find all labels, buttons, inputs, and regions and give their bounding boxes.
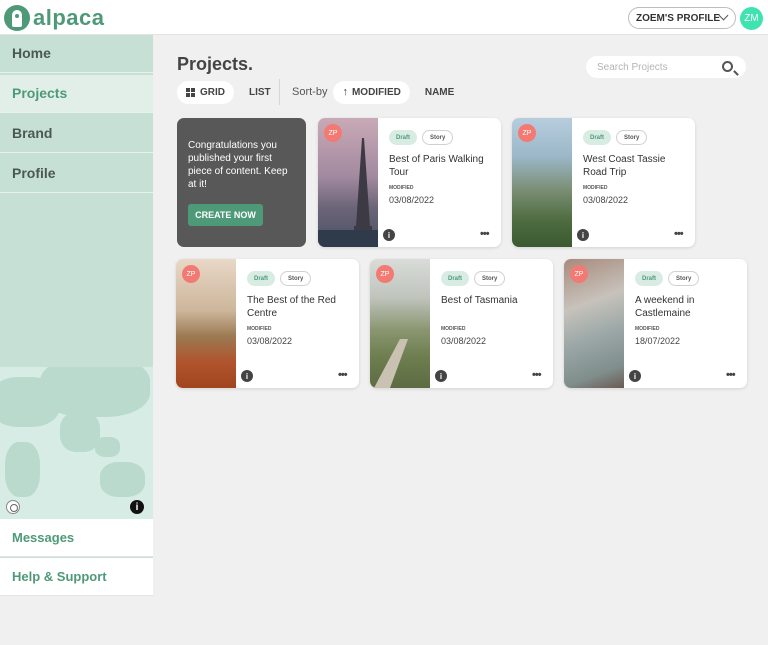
search-input[interactable]: [597, 60, 717, 74]
project-card[interactable]: ZP Draft Story West Coast Tassie Road Tr…: [512, 118, 695, 247]
map-locate-icon[interactable]: [6, 500, 20, 514]
avatar[interactable]: ZM: [740, 7, 763, 30]
status-badge: Draft: [441, 271, 470, 286]
card-thumbnail: ZP: [176, 259, 236, 388]
grid-icon: [186, 87, 195, 97]
owner-avatar: ZP: [518, 124, 536, 142]
modified-label: MODIFIED: [635, 326, 660, 332]
promo-card: Congratulations you published your first…: [177, 118, 306, 247]
logo-text: alpaca: [33, 4, 105, 30]
info-icon[interactable]: i: [383, 229, 395, 241]
project-card[interactable]: ZP Draft Story Best of Paris Walking Tou…: [318, 118, 501, 247]
sidebar-item-messages[interactable]: Messages: [0, 519, 153, 557]
owner-avatar: ZP: [376, 265, 394, 283]
card-title: Best of Tasmania: [441, 295, 518, 306]
card-thumbnail: ZP: [564, 259, 624, 388]
modified-date: 03/08/2022: [441, 336, 487, 346]
type-badge: Story: [668, 271, 700, 286]
more-options-icon[interactable]: •••: [532, 369, 542, 381]
sidebar-item-profile[interactable]: Profile: [0, 155, 153, 193]
card-title: Best of Paris Walking Tour: [389, 154, 484, 178]
owner-avatar: ZP: [324, 124, 342, 142]
profile-dropdown[interactable]: ZOEM'S PROFILE: [628, 7, 736, 29]
map-info-icon[interactable]: i: [130, 500, 144, 514]
top-bar: alpaca ZOEM'S PROFILE ZM: [0, 0, 768, 35]
list-view-button[interactable]: LIST: [240, 87, 280, 98]
project-card[interactable]: ZP Draft Story The Best of the Red Centr…: [176, 259, 359, 388]
status-badge: Draft: [247, 271, 276, 286]
project-card[interactable]: ZP Draft Story A weekend in Castlemaine …: [564, 259, 747, 388]
modified-label: MODIFIED: [583, 185, 608, 191]
more-options-icon[interactable]: •••: [338, 369, 348, 381]
modified-label: MODIFIED: [389, 185, 414, 191]
project-card[interactable]: ZP Draft Story Best of Tasmania MODIFIED…: [370, 259, 553, 388]
owner-avatar: ZP: [570, 265, 588, 283]
status-badge: Draft: [635, 271, 664, 286]
grid-view-button[interactable]: GRID: [177, 80, 234, 104]
type-badge: Story: [616, 130, 648, 145]
create-now-button[interactable]: CREATE NOW: [188, 204, 263, 226]
type-badge: Story: [422, 130, 454, 145]
info-icon[interactable]: i: [435, 370, 447, 382]
status-badge: Draft: [389, 130, 418, 145]
more-options-icon[interactable]: •••: [480, 228, 490, 240]
toolbar-divider: [279, 79, 280, 105]
profile-label: ZOEM'S PROFILE: [636, 12, 721, 24]
type-badge: Story: [474, 271, 506, 286]
sort-by-label: Sort-by: [292, 86, 328, 98]
more-options-icon[interactable]: •••: [674, 228, 684, 240]
page-title: Projects.: [177, 54, 254, 74]
card-thumbnail: ZP: [318, 118, 378, 247]
search-icon[interactable]: [722, 61, 733, 72]
modified-label: MODIFIED: [247, 326, 272, 332]
card-title: A weekend in Castlemaine: [635, 295, 695, 319]
sidebar-item-help-support[interactable]: Help & Support: [0, 558, 153, 596]
info-icon[interactable]: i: [577, 229, 589, 241]
world-map[interactable]: i: [0, 367, 153, 519]
sidebar: Home Projects Brand Profile i Messages H…: [0, 35, 153, 596]
sidebar-item-home[interactable]: Home: [0, 35, 153, 73]
alpaca-logo-icon: [4, 4, 30, 31]
sort-name-button[interactable]: NAME: [416, 87, 463, 98]
type-badge: Story: [280, 271, 312, 286]
arrow-up-icon: ↑: [342, 86, 348, 98]
sort-controls: Sort-by ↑ MODIFIED NAME: [292, 80, 463, 104]
modified-date: 03/08/2022: [247, 336, 293, 346]
modified-date: 03/08/2022: [583, 195, 629, 205]
modified-date: 03/08/2022: [389, 195, 435, 205]
promo-text: Congratulations you published your first…: [188, 140, 288, 190]
modified-label: MODIFIED: [441, 326, 466, 332]
info-icon[interactable]: i: [241, 370, 253, 382]
status-badge: Draft: [583, 130, 612, 145]
sidebar-item-projects[interactable]: Projects: [0, 75, 153, 113]
alpaca-logo[interactable]: alpaca: [4, 4, 105, 31]
info-icon[interactable]: i: [629, 370, 641, 382]
sort-modified-button[interactable]: ↑ MODIFIED: [333, 80, 410, 104]
owner-avatar: ZP: [182, 265, 200, 283]
grid-label: GRID: [200, 86, 225, 98]
sidebar-item-brand[interactable]: Brand: [0, 115, 153, 153]
card-title: The Best of the Red Centre: [247, 295, 336, 319]
sort-modified-label: MODIFIED: [351, 86, 401, 98]
card-thumbnail: ZP: [512, 118, 572, 247]
card-thumbnail: ZP: [370, 259, 430, 388]
card-title: West Coast Tassie Road Trip: [583, 154, 666, 178]
modified-date: 18/07/2022: [635, 336, 681, 346]
view-toggle: GRID LIST: [177, 80, 280, 104]
more-options-icon[interactable]: •••: [726, 369, 736, 381]
